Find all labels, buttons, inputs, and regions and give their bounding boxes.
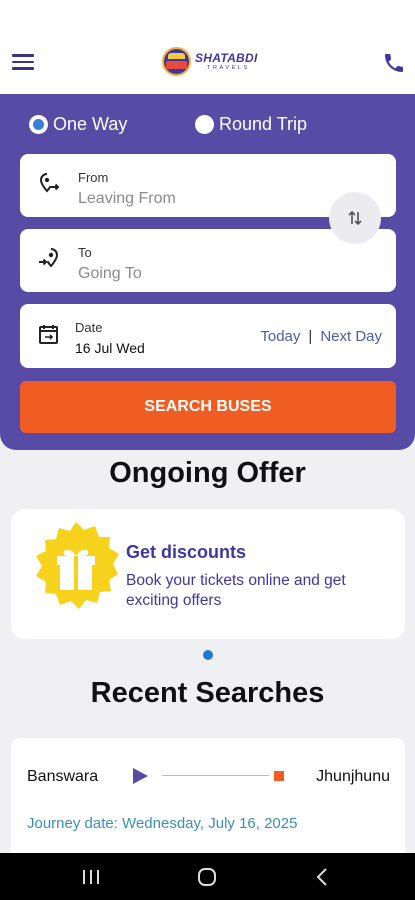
date-field[interactable]: Date 16 Jul Wed Today | Next Day — [20, 304, 396, 368]
recent-journey-date: Journey date: Wednesday, July 16, 2025 — [27, 815, 298, 832]
calendar-icon — [37, 322, 61, 346]
round-trip-radio[interactable]: Round Trip — [195, 114, 307, 135]
carousel-indicator-dot — [203, 650, 213, 660]
from-label: From — [78, 170, 109, 185]
route-indicator — [133, 767, 289, 785]
swap-arrows-icon — [348, 210, 362, 226]
gift-badge-icon — [28, 520, 124, 616]
brand-logo: SHATABDI TRAVELS — [162, 47, 258, 76]
depart-location-icon — [37, 172, 61, 196]
round-trip-label: Round Trip — [219, 114, 308, 134]
app-header: SHATABDI TRAVELS — [0, 0, 415, 94]
recent-from-city: Banswara — [27, 768, 99, 785]
quick-date-links: Today | Next Day — [260, 328, 382, 345]
route-start-icon — [133, 768, 148, 784]
date-label: Date — [75, 320, 103, 335]
radio-unselected-icon — [195, 115, 214, 134]
ongoing-offer-title: Ongoing Offer — [109, 457, 306, 489]
system-nav-bar — [0, 853, 415, 900]
one-way-radio[interactable]: One Way — [29, 114, 127, 135]
home-icon[interactable] — [195, 865, 219, 889]
bus-search-panel: One Way Round Trip From Leaving From To … — [0, 94, 415, 450]
one-way-label: One Way — [53, 114, 128, 134]
route-end-icon — [274, 771, 284, 781]
offer-description: Book your tickets online and get excitin… — [126, 572, 346, 609]
brand-name: SHATABDI — [195, 50, 258, 65]
recent-search-item[interactable]: Banswara Jhunjhunu Journey date: Wednesd… — [11, 738, 405, 853]
back-icon[interactable] — [311, 865, 335, 889]
arrive-location-icon — [37, 247, 61, 271]
today-link[interactable]: Today — [260, 328, 300, 345]
hamburger-menu-icon[interactable] — [12, 54, 34, 72]
next-day-link[interactable]: Next Day — [320, 328, 382, 345]
selected-date: 16 Jul Wed — [75, 340, 145, 356]
date-separator: | — [308, 328, 313, 345]
offer-card[interactable]: Get discounts Book your tickets online a… — [11, 509, 405, 639]
from-placeholder: Leaving From — [78, 190, 176, 207]
search-buses-button[interactable]: SEARCH BUSES — [20, 381, 396, 433]
recent-to-city: Jhunjhunu — [316, 768, 390, 785]
recent-searches-title: Recent Searches — [90, 677, 325, 709]
phone-icon[interactable] — [382, 51, 406, 75]
recent-apps-icon[interactable] — [79, 865, 103, 889]
to-label: To — [78, 245, 92, 260]
offer-heading: Get discounts — [126, 542, 247, 562]
to-placeholder: Going To — [78, 265, 142, 282]
swap-locations-button[interactable] — [329, 192, 381, 244]
brand-subtitle: TRAVELS — [207, 64, 250, 71]
radio-selected-icon — [29, 115, 48, 134]
logo-emblem-icon — [162, 47, 191, 76]
